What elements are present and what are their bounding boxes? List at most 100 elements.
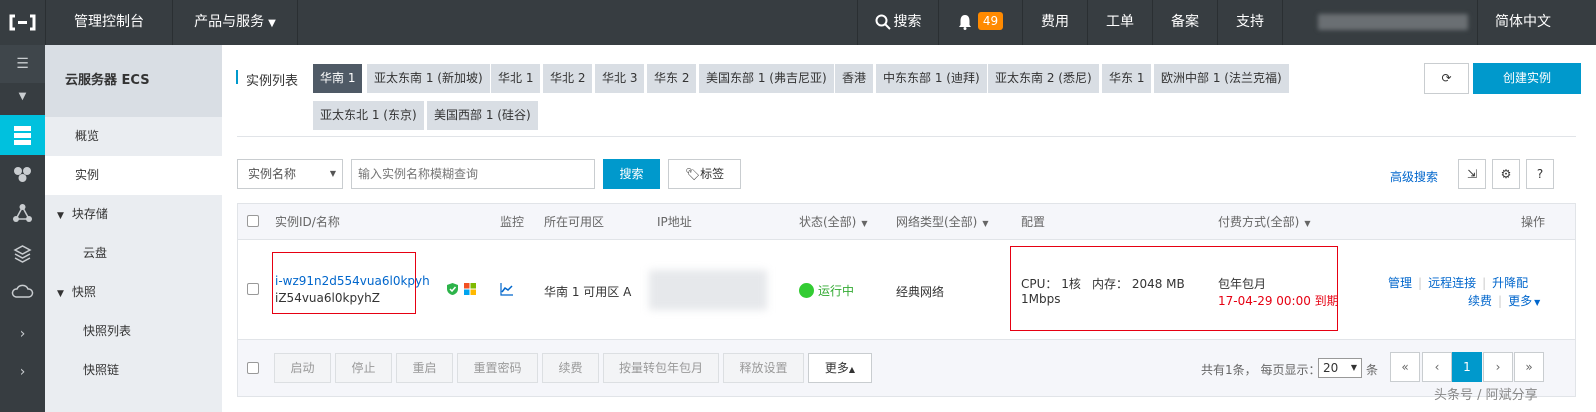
- page-size-select[interactable]: 20 ▼: [1318, 358, 1362, 378]
- region-tab[interactable]: 华东 1: [1102, 64, 1152, 93]
- renew-link[interactable]: 续费: [1468, 294, 1492, 308]
- status-indicator: 运行中: [799, 282, 854, 299]
- region-tab[interactable]: 华北 3: [595, 64, 645, 93]
- refresh-button[interactable]: ⟳: [1424, 63, 1469, 94]
- region-tab[interactable]: 华北 1: [491, 64, 541, 93]
- search-icon: [875, 14, 891, 30]
- zone-value: 华南 1 可用区 A: [544, 285, 632, 299]
- release-settings-button[interactable]: 释放设置: [723, 353, 804, 383]
- instance-table: 实例ID/名称 监控 所在可用区 IP地址 状态(全部) ▼ 网络类型(全部) ▼ …: [237, 203, 1576, 397]
- sidebar-item-instances[interactable]: 实例: [45, 156, 222, 195]
- advanced-search-link[interactable]: 高级搜索: [1390, 168, 1438, 185]
- region-tab[interactable]: 亚太东南 1 (新加坡): [367, 64, 490, 93]
- sidebar-item-snapshot-chain[interactable]: 快照链: [45, 351, 222, 390]
- main-content: 实例列表 华南 1 亚太东南 1 (新加坡) 华北 1 华北 2 华北 3 华东…: [222, 45, 1596, 412]
- remote-connect-link[interactable]: 远程连接: [1428, 276, 1476, 290]
- region-tab[interactable]: 亚太东北 1 (东京): [313, 101, 424, 130]
- instance-id-link[interactable]: i-wz91n2d554vua6l0kpyh: [275, 274, 430, 288]
- tag-button[interactable]: 🏷标签: [668, 159, 741, 189]
- last-page-button[interactable]: »: [1514, 352, 1544, 382]
- ticket-link[interactable]: 工单: [1088, 0, 1152, 45]
- cloud-icon[interactable]: [0, 273, 45, 311]
- start-button[interactable]: 启动: [274, 353, 331, 383]
- cluster-icon[interactable]: [0, 155, 45, 193]
- more-batch-button[interactable]: 更多▲: [808, 353, 872, 383]
- filter-type-value: 实例名称: [248, 167, 297, 181]
- region-tab[interactable]: 中东东部 1 (迪拜): [876, 64, 987, 93]
- search-link[interactable]: 搜索: [858, 0, 938, 45]
- products-menu[interactable]: 产品与服务 ▼: [173, 0, 297, 45]
- ecs-sidebar: 云服务器 ECS 概览 实例 ▼ 块存储 云盘 ▼ 快照 快照列表 快照链: [45, 45, 222, 412]
- console-home-link[interactable]: 管理控制台: [46, 0, 172, 45]
- region-tab[interactable]: 欧洲中部 1 (法兰克福): [1154, 64, 1289, 93]
- storage-icon[interactable]: [0, 235, 45, 273]
- chevron-right-icon[interactable]: ›: [0, 315, 45, 353]
- page-1-button[interactable]: 1: [1452, 352, 1482, 382]
- search-input[interactable]: [351, 159, 595, 189]
- reset-password-button[interactable]: 重置密码: [457, 353, 538, 383]
- monitor-chart-icon[interactable]: [500, 282, 514, 296]
- status-label: 运行中: [818, 284, 855, 298]
- caret-down-icon: ▼: [1534, 298, 1541, 307]
- server-icon[interactable]: [0, 115, 45, 155]
- user-account-blurred[interactable]: [1318, 14, 1468, 30]
- collapse-arrow-icon[interactable]: ▼: [0, 76, 45, 114]
- renew-button[interactable]: 续费: [542, 353, 599, 383]
- convert-subscription-button[interactable]: 按量转包年包月: [603, 353, 719, 383]
- manage-link[interactable]: 管理: [1388, 276, 1412, 290]
- region-tab[interactable]: 华北 2: [543, 64, 593, 93]
- products-menu-label: 产品与服务: [194, 14, 265, 30]
- first-page-button[interactable]: «: [1390, 352, 1420, 382]
- caret-down-icon: ▼: [1304, 219, 1311, 228]
- col-status-filter[interactable]: 状态(全部) ▼: [799, 204, 868, 240]
- search-button[interactable]: 搜索: [603, 159, 660, 189]
- network-icon[interactable]: [0, 195, 45, 233]
- network-type-value: 经典网络: [896, 285, 945, 299]
- col-billing-filter[interactable]: 付费方式(全部) ▼: [1218, 204, 1311, 240]
- config-bandwidth: 1Mbps: [1021, 292, 1061, 306]
- caret-down-icon: ▼: [57, 289, 64, 299]
- aliyun-logo-icon[interactable]: [0, 0, 45, 45]
- row-checkbox[interactable]: [247, 283, 259, 295]
- table-footer: 启动 停止 重启 重置密码 续费 按量转包年包月 释放设置 更多▲ 共有1条， …: [238, 339, 1575, 396]
- region-tab[interactable]: 香港: [835, 64, 874, 93]
- fees-link[interactable]: 费用: [1023, 0, 1087, 45]
- restart-button[interactable]: 重启: [396, 353, 453, 383]
- region-tab[interactable]: 华南 1: [313, 64, 363, 93]
- select-all-checkbox[interactable]: [247, 215, 259, 227]
- footer-select-all-checkbox[interactable]: [247, 362, 259, 374]
- col-network-filter[interactable]: 网络类型(全部) ▼: [896, 204, 989, 240]
- create-instance-button[interactable]: 创建实例: [1473, 63, 1581, 94]
- pagination-summary: 共有1条， 每页显示：: [1201, 363, 1321, 377]
- sidebar-item-cloud-disk[interactable]: 云盘: [45, 234, 222, 273]
- sidebar-item-snapshot-list[interactable]: 快照列表: [45, 312, 222, 351]
- region-tab[interactable]: 亚太东南 2 (悉尼): [988, 64, 1099, 93]
- export-button[interactable]: ⇲: [1458, 159, 1486, 189]
- upgrade-link[interactable]: 升降配: [1492, 276, 1528, 290]
- more-batch-label: 更多: [824, 361, 849, 375]
- help-button[interactable]: ?: [1526, 159, 1554, 189]
- sidebar-group-snapshots[interactable]: ▼ 快照: [45, 273, 222, 312]
- col-monitor: 监控: [500, 215, 525, 229]
- prev-page-button[interactable]: ‹: [1422, 352, 1452, 382]
- page-size-unit: 条: [1366, 363, 1379, 377]
- more-actions-link[interactable]: 更多 ▼: [1508, 294, 1540, 308]
- icp-filing-link[interactable]: 备案: [1153, 0, 1217, 45]
- language-switch[interactable]: 简体中文: [1478, 0, 1568, 45]
- region-tab[interactable]: 华东 2: [647, 64, 697, 93]
- support-link[interactable]: 支持: [1218, 0, 1282, 45]
- col-billing-label: 付费方式(全部): [1218, 215, 1300, 229]
- bell-icon: [958, 14, 972, 30]
- table-row: i-wz91n2d554vua6l0kpyh iZ54vua6l0kpyhZ 华…: [238, 240, 1575, 339]
- region-tab[interactable]: 美国西部 1 (硅谷): [427, 101, 538, 130]
- sidebar-group-label: 快照: [71, 285, 96, 299]
- notifications-button[interactable]: 49: [939, 0, 1022, 45]
- settings-button[interactable]: ⚙: [1492, 159, 1520, 189]
- chevron-right-icon[interactable]: ›: [0, 353, 45, 391]
- filter-type-select[interactable]: 实例名称 ▼: [237, 159, 343, 189]
- sidebar-group-block-storage[interactable]: ▼ 块存储: [45, 195, 222, 234]
- sidebar-item-overview[interactable]: 概览: [45, 117, 222, 156]
- next-page-button[interactable]: ›: [1483, 352, 1513, 382]
- stop-button[interactable]: 停止: [335, 353, 392, 383]
- region-tab[interactable]: 美国东部 1 (弗吉尼亚): [699, 64, 834, 93]
